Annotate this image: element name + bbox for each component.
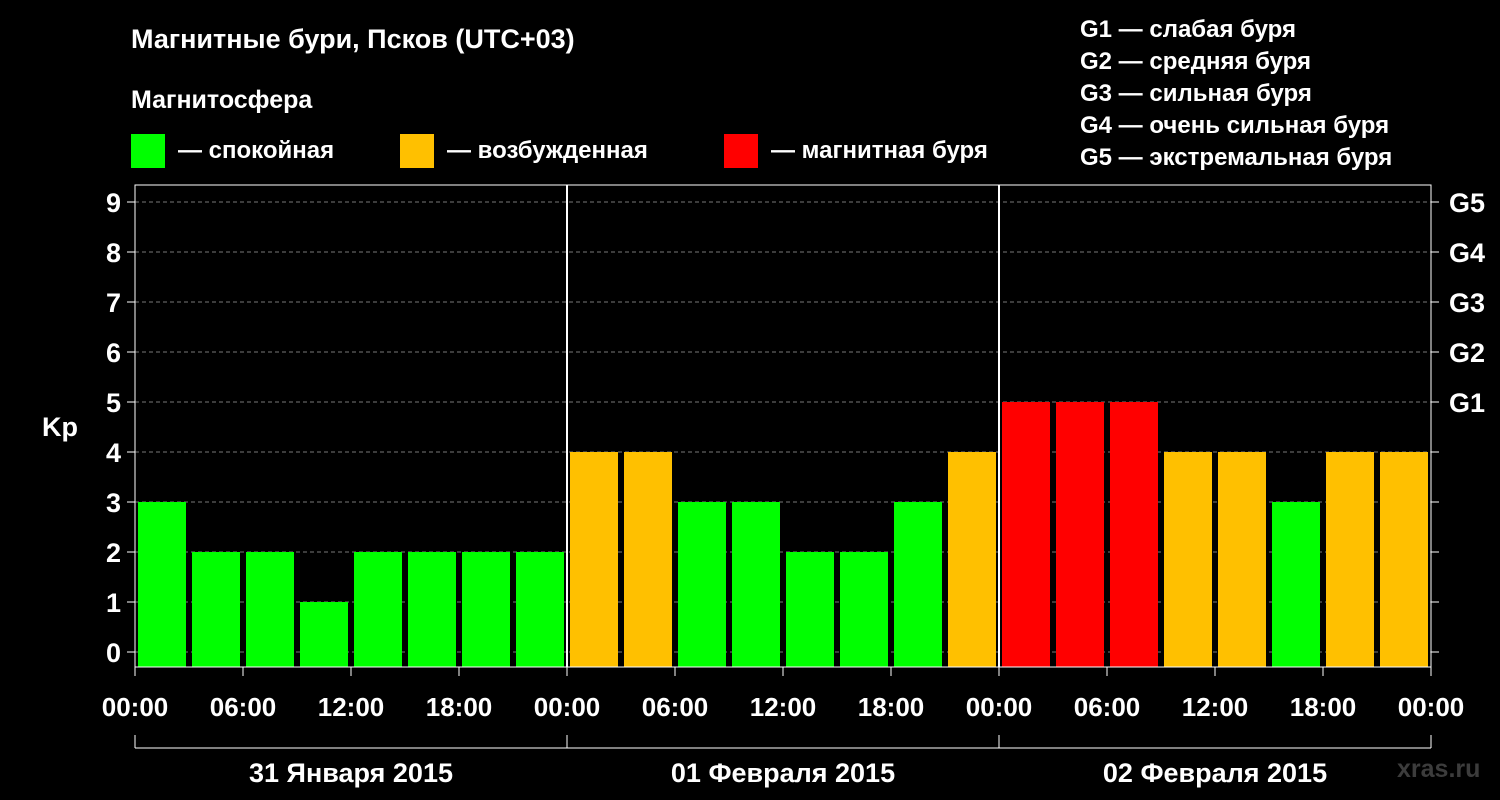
kp-bar: [1002, 402, 1050, 667]
kp-bar: [138, 502, 186, 667]
g-tick-label: G1: [1449, 388, 1485, 418]
kp-bar: [354, 552, 402, 667]
kp-bar: [1326, 452, 1374, 667]
kp-bar: [948, 452, 996, 667]
kp-bar: [462, 552, 510, 667]
y-tick-label: 1: [106, 588, 121, 618]
x-tick-label: 00:00: [102, 692, 169, 722]
kp-bar-chart: 0 1 2 3 4 5 6 7 8 9 G1 G2 G3 G4 G5 00:00 06:00 12:00 18:00…: [102, 184, 1485, 788]
x-tick-label: 00:00: [534, 692, 601, 722]
kp-bar: [1380, 452, 1428, 667]
x-tick-label: 12:00: [750, 692, 817, 722]
kp-bar: [246, 552, 294, 667]
kp-bar: [894, 502, 942, 667]
kp-bar: [732, 502, 780, 667]
y-tick-label: 5: [106, 388, 121, 418]
y-tick-label: 7: [106, 288, 121, 318]
y-tick-label: 2: [106, 538, 121, 568]
kp-bar: [300, 602, 348, 667]
x-tick-label: 00:00: [966, 692, 1033, 722]
x-tick-label: 06:00: [1074, 692, 1141, 722]
kp-bar: [1056, 402, 1104, 667]
x-tick-label: 06:00: [642, 692, 709, 722]
day-label: 02 Февраля 2015: [1103, 758, 1327, 788]
kp-bar: [408, 552, 456, 667]
x-tick-label: 18:00: [426, 692, 493, 722]
x-tick-label: 00:00: [1398, 692, 1465, 722]
kp-bar: [840, 552, 888, 667]
g-tick-label: G2: [1449, 338, 1485, 368]
y-tick-label: 9: [106, 188, 121, 218]
y-tick-label: 6: [106, 338, 121, 368]
kp-bar: [570, 452, 618, 667]
kp-bar: [1218, 452, 1266, 667]
day-label: 31 Января 2015: [249, 758, 453, 788]
x-tick-label: 12:00: [1182, 692, 1249, 722]
x-tick-label: 06:00: [210, 692, 277, 722]
kp-bar: [1110, 402, 1158, 667]
kp-bar: [1272, 502, 1320, 667]
kp-bar: [1164, 452, 1212, 667]
kp-bar: [678, 502, 726, 667]
x-tick-label: 12:00: [318, 692, 385, 722]
g-tick-label: G3: [1449, 288, 1485, 318]
kp-bar: [786, 552, 834, 667]
y-tick-label: 4: [106, 438, 121, 468]
y-tick-label: 3: [106, 488, 121, 518]
y-tick-label: 0: [106, 638, 121, 668]
x-tick-label: 18:00: [1290, 692, 1357, 722]
g-tick-label: G4: [1449, 238, 1485, 268]
kp-bar: [192, 552, 240, 667]
y-tick-label: 8: [106, 238, 121, 268]
day-label: 01 Февраля 2015: [671, 758, 895, 788]
x-tick-label: 18:00: [858, 692, 925, 722]
g-tick-label: G5: [1449, 188, 1485, 218]
kp-bar: [516, 552, 564, 667]
kp-bar: [624, 452, 672, 667]
